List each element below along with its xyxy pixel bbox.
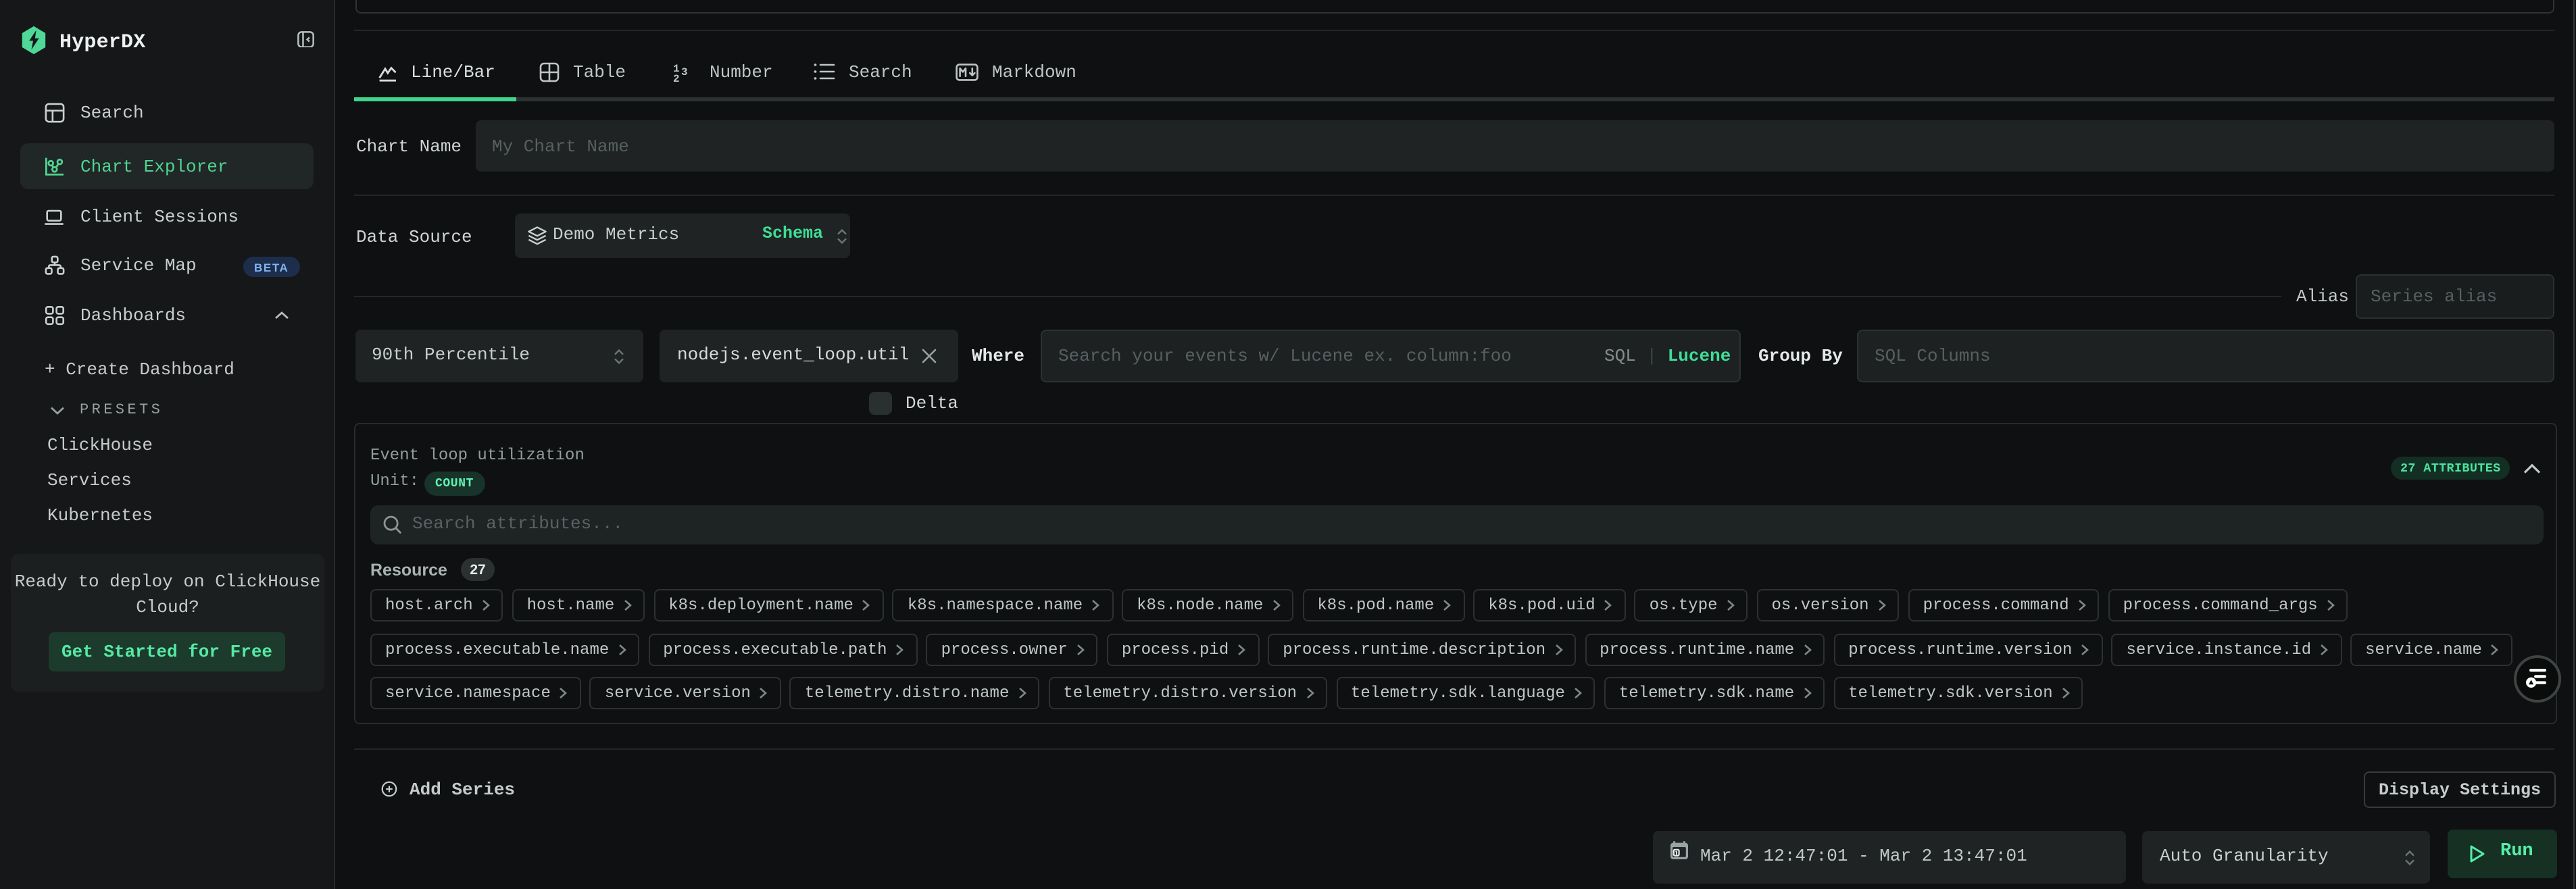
- svg-text:3: 3: [681, 66, 688, 78]
- svg-text:2: 2: [673, 72, 680, 82]
